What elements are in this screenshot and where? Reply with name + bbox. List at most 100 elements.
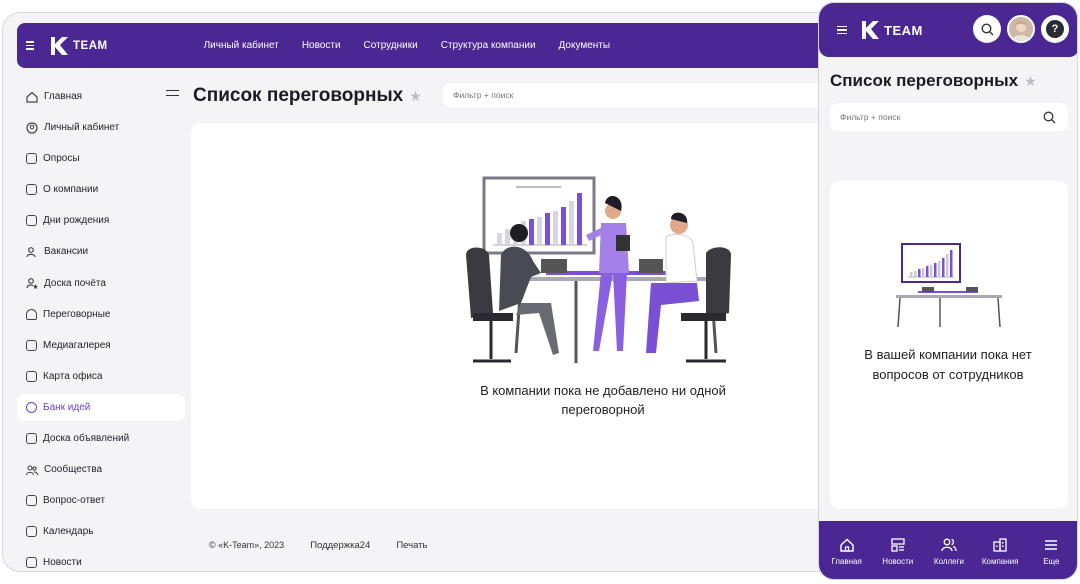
logo[interactable]: TEAM — [861, 21, 923, 39]
sidebar-item-communities[interactable]: Сообщества — [17, 456, 185, 483]
filter-search-input[interactable] — [443, 83, 881, 107]
sidebar: Главная Личный кабинет Опросы О компании… — [17, 83, 185, 571]
k-logo-icon — [51, 36, 68, 55]
empty-state-illustration — [896, 243, 1002, 328]
sidebar-item-label: Доска почёта — [44, 277, 106, 289]
tab-company[interactable]: Компания — [975, 521, 1025, 579]
menu-icon — [1045, 539, 1058, 550]
meeting-room-icon — [26, 308, 37, 320]
tab-colleagues[interactable]: Коллеги — [924, 521, 974, 579]
tab-news[interactable]: Новости — [873, 521, 923, 579]
sidebar-item-label: Вопрос-ответ — [43, 495, 106, 507]
honor-icon — [26, 278, 38, 290]
empty-state-illustration — [466, 176, 731, 363]
favorite-star-icon[interactable]: ★ — [1024, 73, 1037, 90]
empty-state-message: В компании пока не добавлено ни одной пе… — [480, 383, 726, 417]
hamburger-menu-icon[interactable] — [837, 22, 853, 38]
sidebar-item-polls[interactable]: Опросы — [17, 145, 185, 172]
sidebar-item-home[interactable]: Главная — [17, 83, 185, 110]
sidebar-item-calendar[interactable]: Календарь — [17, 518, 185, 545]
qa-icon — [26, 495, 37, 507]
sidebar-item-label: Календарь — [43, 526, 94, 538]
logo-text: TEAM — [73, 39, 108, 52]
tab-label: Компания — [981, 556, 1019, 566]
page-title-text: Список переговорных — [193, 85, 404, 106]
page-title-text: Список переговорных — [830, 71, 1019, 90]
sidebar-item-label: Личный кабинет — [44, 122, 120, 134]
footer: © «K-Team», 2023 Поддержка24 Печать — [209, 540, 453, 551]
sidebar-item-label: Главная — [44, 91, 83, 102]
sidebar-item-office-map[interactable]: Карта офиса — [17, 363, 185, 390]
sidebar-item-label: Переговорные — [43, 308, 111, 320]
lightbulb-icon — [26, 401, 37, 413]
tab-label: Главная — [831, 556, 862, 566]
user-photo-icon — [1009, 17, 1033, 41]
sidebar-item-label: Доска объявлений — [43, 433, 130, 445]
desktop-header: TEAM Личный кабинет Новости Сотрудники С… — [17, 23, 877, 68]
sidebar-item-label: Карта офиса — [43, 370, 103, 382]
sidebar-item-cabinet[interactable]: Личный кабинет — [17, 114, 185, 141]
sidebar-item-news[interactable]: Новости — [17, 549, 185, 571]
nav-item-news[interactable]: Новости — [302, 40, 341, 51]
sidebar-item-label: Новости — [43, 557, 82, 569]
calendar-icon — [26, 526, 37, 538]
sidebar-item-label: О компании — [43, 184, 99, 196]
tab-home[interactable]: Главная — [822, 521, 872, 579]
settings-sliders-icon[interactable] — [166, 90, 179, 102]
mobile-window: TEAM ? Список переговорных ★ Фильтр + по… — [818, 2, 1078, 580]
search-button[interactable] — [973, 15, 1001, 43]
logo[interactable]: TEAM — [50, 36, 108, 55]
nav-item-cabinet[interactable]: Личный кабинет — [204, 40, 279, 51]
gallery-icon — [26, 339, 37, 351]
sidebar-item-label: Вакансии — [44, 246, 89, 258]
sidebar-item-label: Опросы — [43, 153, 80, 165]
search-icon — [980, 22, 993, 35]
empty-state-message: В вашей компании пока нет вопросов от со… — [864, 347, 1032, 382]
help-icon: ? — [1046, 20, 1064, 38]
desktop-window: TEAM Личный кабинет Новости Сотрудники С… — [2, 12, 882, 572]
poll-icon — [26, 153, 37, 165]
favorite-star-icon[interactable]: ★ — [409, 88, 422, 105]
sidebar-item-bulletin-board[interactable]: Доска объявлений — [17, 425, 185, 452]
k-logo-icon — [862, 21, 879, 39]
nav-item-structure[interactable]: Структура компании — [441, 40, 536, 51]
sidebar-item-label: Медиагалерея — [43, 339, 111, 351]
sidebar-item-vacancies[interactable]: Вакансии — [17, 238, 185, 265]
hamburger-menu-icon[interactable] — [26, 38, 42, 54]
copyright-text: © «K-Team», 2023 — [209, 540, 285, 550]
sidebar-item-meeting-rooms[interactable]: Переговорные — [17, 301, 185, 328]
sidebar-item-ideas-bank[interactable]: Банк идей — [17, 393, 185, 421]
company-icon — [993, 537, 1007, 552]
board-icon — [26, 433, 37, 445]
user-icon — [26, 121, 38, 134]
print-link[interactable]: Печать — [396, 540, 427, 551]
cake-icon — [26, 215, 37, 227]
nav-item-documents[interactable]: Документы — [559, 40, 611, 51]
sidebar-item-label: Банк идей — [43, 401, 91, 413]
search-icon[interactable] — [1043, 111, 1056, 124]
sidebar-item-birthdays[interactable]: Дни рождения — [17, 207, 185, 234]
sidebar-item-honor-board[interactable]: Доска почёта — [17, 270, 185, 297]
vacancy-icon — [26, 247, 36, 258]
colleagues-icon — [941, 538, 957, 551]
content-card: В вашей компании пока нет вопросов от со… — [830, 181, 1068, 509]
help-button[interactable]: ? — [1041, 15, 1069, 43]
sidebar-item-company[interactable]: О компании — [17, 176, 185, 203]
sidebar-item-gallery[interactable]: Медиагалерея — [17, 332, 185, 359]
tab-label: Коллеги — [933, 556, 965, 566]
mobile-header: TEAM ? — [819, 3, 1077, 57]
community-icon — [26, 465, 38, 475]
filter-search-input[interactable] — [830, 103, 1068, 131]
bottom-nav: Главная Новости Коллеги Компания Еще — [819, 521, 1077, 579]
nav-item-employees[interactable]: Сотрудники — [364, 40, 418, 51]
sidebar-item-qa[interactable]: Вопрос-ответ — [17, 487, 185, 514]
avatar[interactable] — [1007, 15, 1035, 43]
tab-label: Новости — [882, 556, 914, 566]
page-title: Список переговорных ★ — [830, 71, 1037, 91]
logo-text: TEAM — [884, 22, 923, 38]
home-icon — [26, 91, 38, 103]
support-link[interactable]: Поддержка24 — [310, 540, 370, 551]
page-title: Список переговорных ★ — [193, 85, 422, 107]
tab-label: Еще — [1043, 556, 1060, 566]
tab-more[interactable]: Еще — [1026, 521, 1076, 579]
